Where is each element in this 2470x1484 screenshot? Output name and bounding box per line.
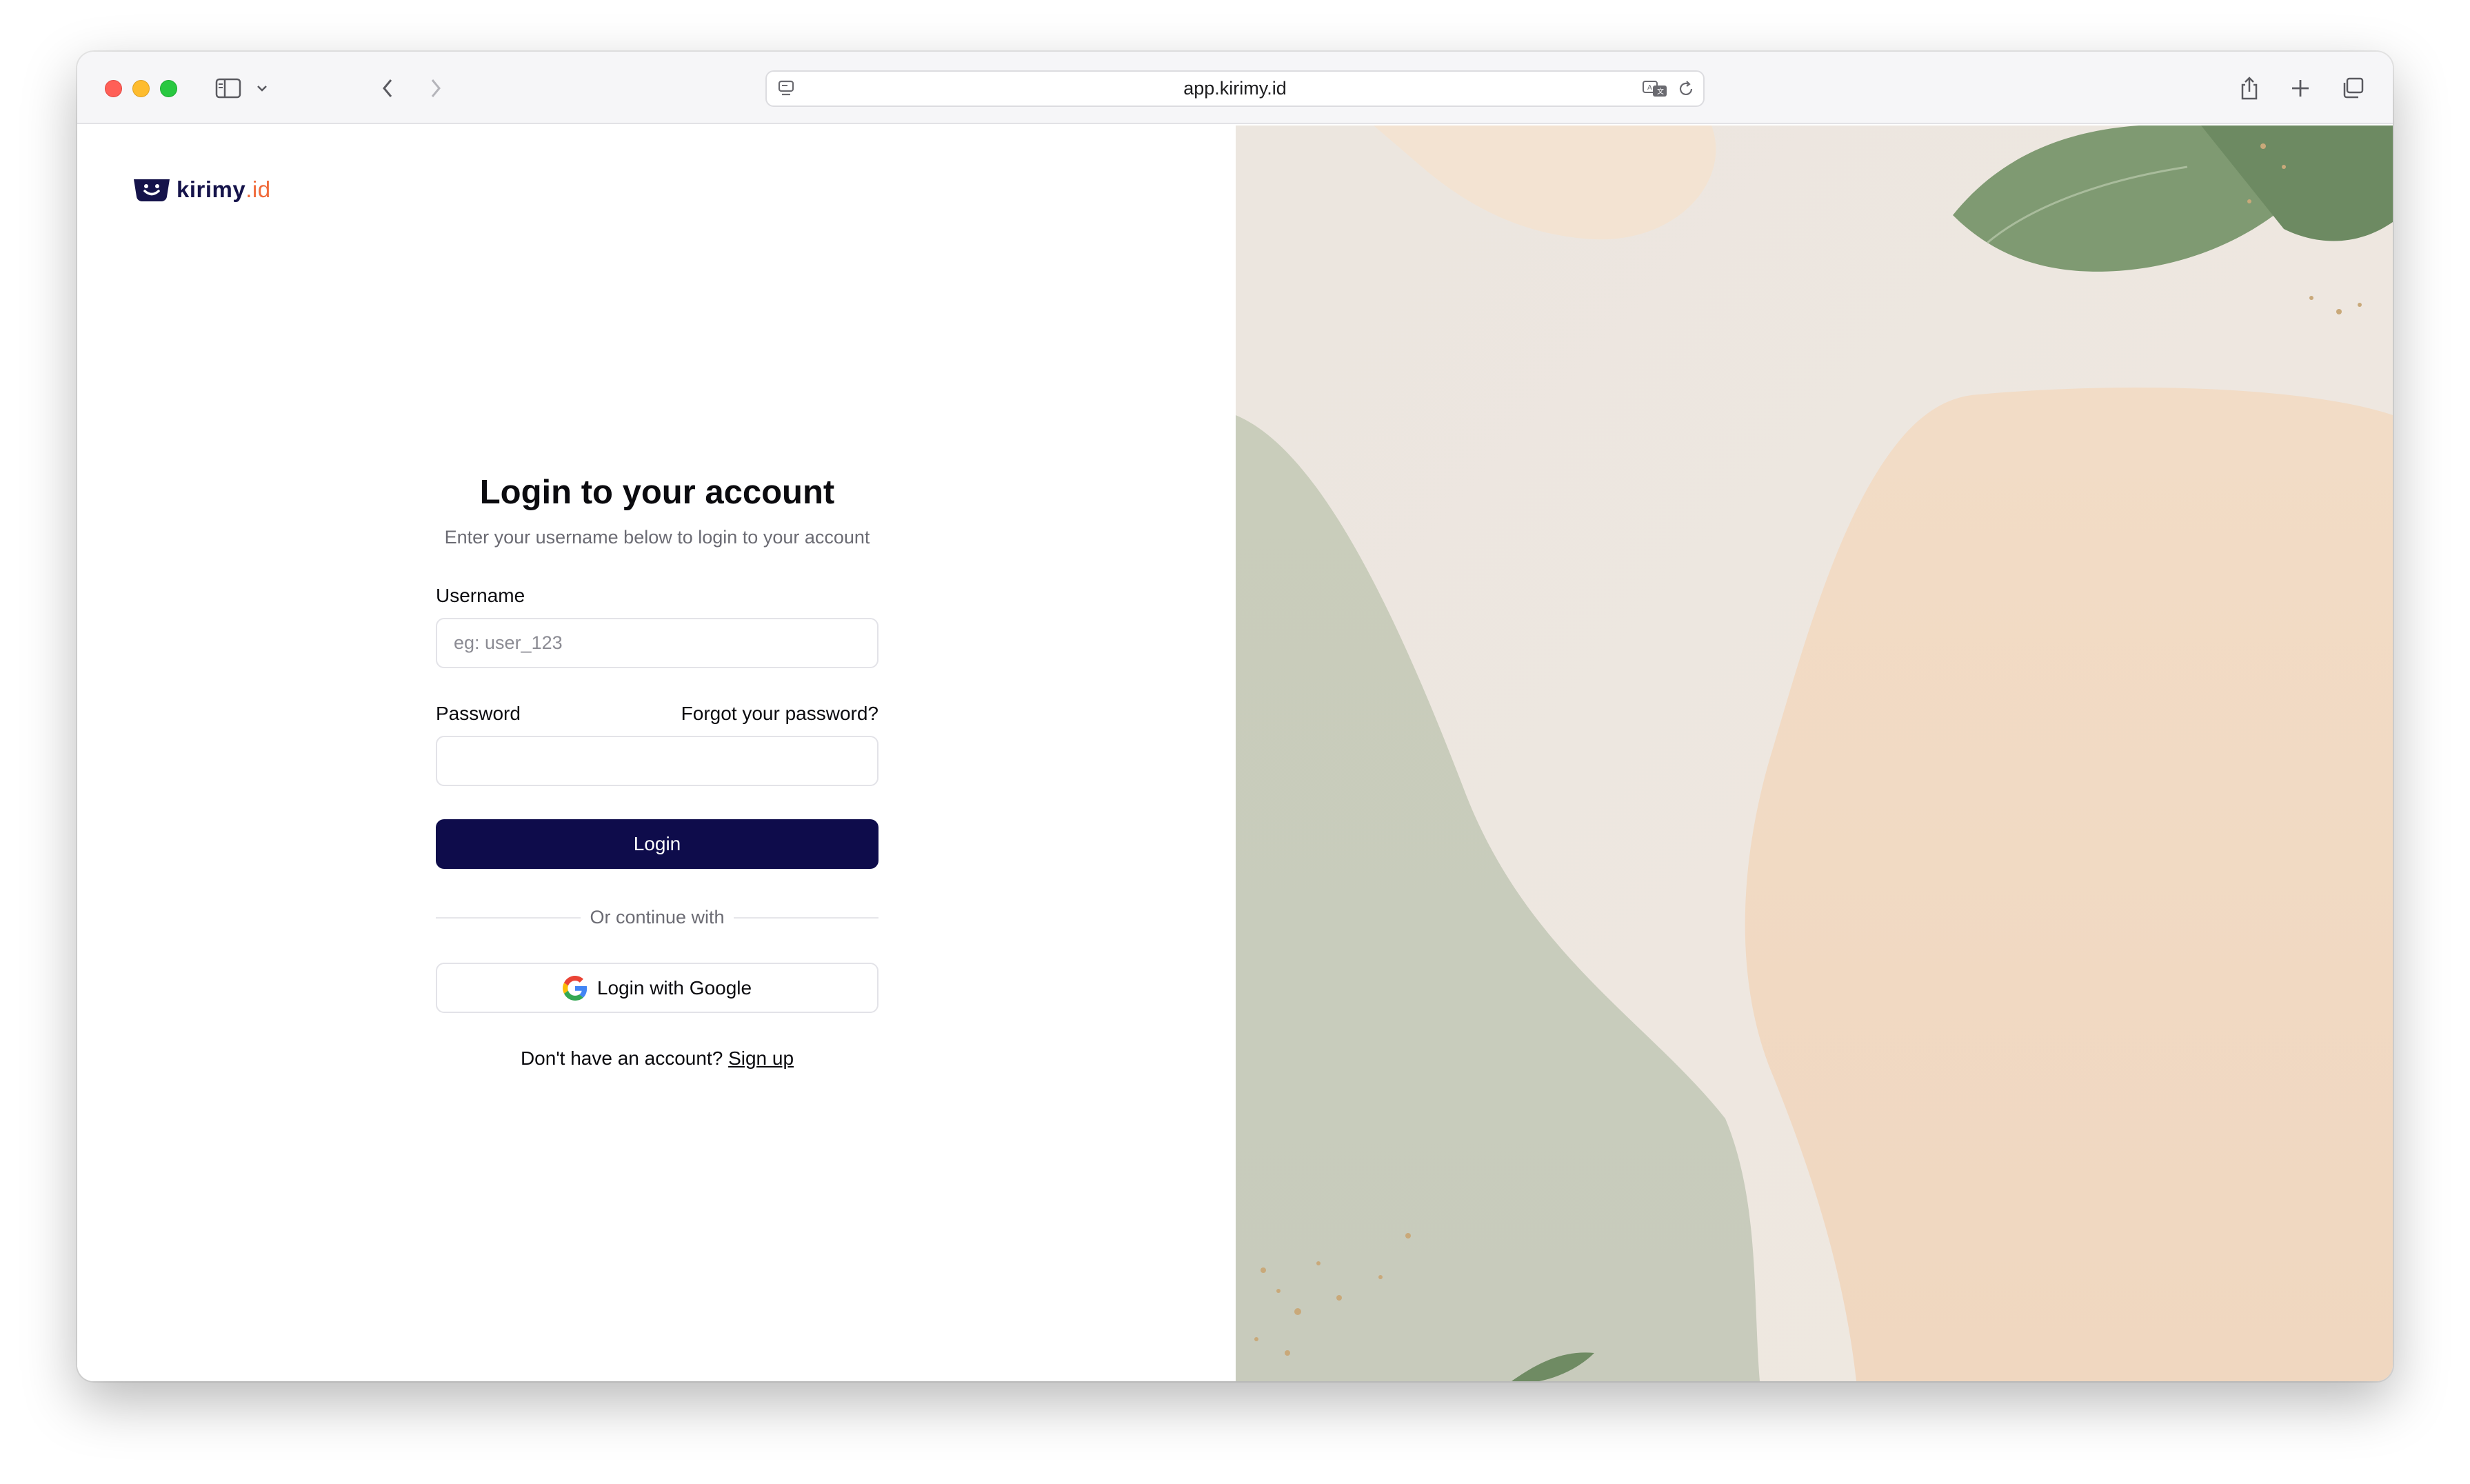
tab-overview-button[interactable]: [2338, 70, 2368, 107]
new-tab-button[interactable]: [2287, 70, 2314, 107]
login-button[interactable]: Login: [436, 819, 878, 869]
tabs-overview-icon: [2343, 77, 2364, 99]
forgot-password-link[interactable]: Forgot your password?: [681, 701, 878, 726]
desktop: app.kirimy.id A 文 kirimy.id Login to you…: [0, 0, 2470, 1484]
page-title: Login to your account: [479, 474, 835, 511]
logo-name: kirimy: [177, 177, 246, 202]
tab-group-dropdown[interactable]: [254, 70, 270, 107]
decorative-background-image: [1236, 126, 2393, 1381]
username-input[interactable]: [436, 618, 878, 668]
back-button[interactable]: [374, 70, 401, 107]
logo-suffix: .id: [245, 177, 271, 202]
svg-text:A: A: [1647, 84, 1652, 92]
sidebar-icon: [215, 78, 241, 99]
login-form: Login to your account Enter your usernam…: [436, 470, 878, 1071]
chevron-down-icon: [257, 86, 267, 92]
share-button[interactable]: [2236, 70, 2263, 107]
address-url: app.kirimy.id: [1183, 78, 1287, 99]
signup-link[interactable]: Sign up: [728, 1047, 794, 1069]
brand-logo[interactable]: kirimy.id: [131, 174, 271, 205]
username-label: Username: [436, 585, 525, 606]
address-bar[interactable]: app.kirimy.id A 文: [765, 70, 1705, 107]
browser-toolbar: app.kirimy.id A 文: [77, 52, 2393, 124]
browser-window: app.kirimy.id A 文 kirimy.id Login to you…: [77, 52, 2393, 1381]
google-icon: [562, 975, 588, 1001]
page-content: kirimy.id Login to your account Enter yo…: [77, 126, 2393, 1381]
google-button-label: Login with Google: [596, 976, 752, 999]
password-label-row: Password Forgot your password?: [436, 701, 878, 726]
page-subtitle: Enter your username below to login to yo…: [444, 527, 870, 548]
signup-prompt: Don't have an account?: [520, 1047, 723, 1069]
google-login-button[interactable]: Login with Google: [436, 963, 878, 1013]
or-divider: Or continue with: [436, 905, 878, 930]
divider-line-right: [734, 917, 878, 919]
svg-text:文: 文: [1657, 87, 1664, 96]
password-label: Password: [436, 703, 521, 724]
reload-icon[interactable]: [1676, 79, 1696, 99]
plus-icon: [2292, 80, 2309, 97]
sidebar-toggle-button[interactable]: [212, 70, 244, 107]
login-pane: kirimy.id Login to your account Enter yo…: [77, 126, 1236, 1381]
kirimy-logo-icon: [134, 179, 170, 202]
close-window-button[interactable]: [105, 80, 122, 97]
forward-button[interactable]: [422, 70, 450, 107]
minimize-window-button[interactable]: [132, 80, 150, 97]
abstract-shapes-illustration: [1236, 126, 2393, 1381]
chevron-right-icon: [431, 79, 441, 97]
logo-wordmark: kirimy.id: [177, 177, 271, 203]
share-icon: [2241, 77, 2258, 100]
zoom-window-button[interactable]: [160, 80, 177, 97]
chevron-left-icon: [383, 79, 392, 97]
password-input[interactable]: [436, 736, 878, 786]
signup-row: Don't have an account? Sign up: [436, 1046, 878, 1071]
translate-icon[interactable]: A 文: [1641, 79, 1669, 99]
